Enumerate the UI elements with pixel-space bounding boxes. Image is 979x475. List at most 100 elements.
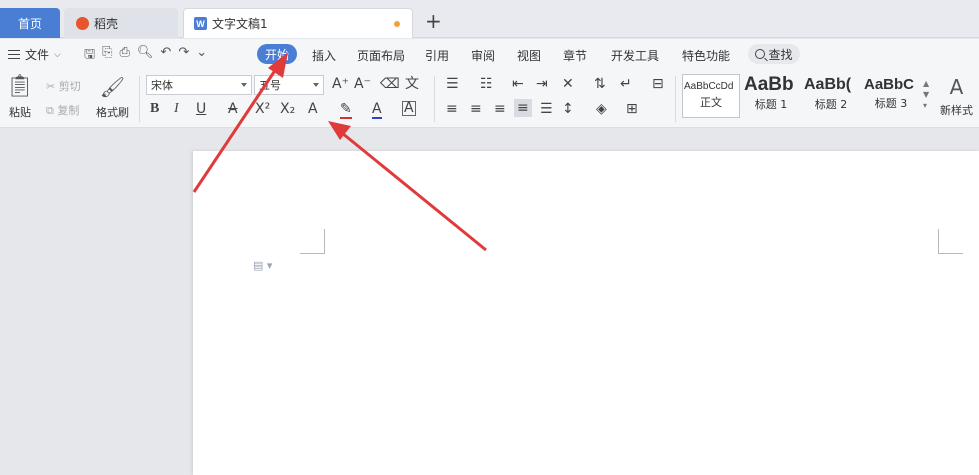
- distributed-icon[interactable]: ☰: [540, 101, 553, 117]
- margin-corner-top-left: [300, 229, 325, 254]
- style-label: 标题 3: [874, 97, 908, 110]
- style-sample: AaBbC: [864, 76, 915, 93]
- tab-document-label: 文字文稿1: [212, 17, 268, 31]
- grow-font-icon[interactable]: A⁺: [332, 76, 349, 92]
- separator: [139, 76, 140, 122]
- document-page[interactable]: ▤ ▾: [193, 151, 979, 475]
- new-tab-button[interactable]: +: [425, 9, 442, 33]
- menu-item-references[interactable]: 引用: [425, 47, 449, 64]
- daoke-logo-icon: [76, 16, 89, 30]
- margin-corner-top-right: [938, 229, 963, 254]
- underline-icon[interactable]: U: [196, 101, 206, 117]
- print-icon[interactable]: ⎙: [119, 45, 129, 67]
- new-style-button[interactable]: A 新样式: [940, 74, 973, 118]
- writer-logo-icon: W: [194, 17, 207, 30]
- sort-icon[interactable]: ⇅: [594, 76, 606, 92]
- search-button[interactable]: 查找: [748, 44, 800, 64]
- customize-icon[interactable]: ⌄: [196, 45, 207, 67]
- menu-item-developer[interactable]: 开发工具: [611, 47, 659, 64]
- paragraph-layout-icon[interactable]: ▤ ▾: [253, 259, 272, 272]
- superscript-icon[interactable]: X²: [255, 101, 270, 117]
- shrink-font-icon[interactable]: A⁻: [354, 76, 371, 92]
- menu-item-chapter[interactable]: 章节: [563, 47, 587, 64]
- font-name-value: 宋体: [151, 79, 173, 92]
- format-painter-label: 格式刷: [96, 106, 129, 119]
- cut-button[interactable]: ✂ 剪切: [46, 78, 81, 94]
- style-sample: AaBbCcDd: [684, 81, 734, 92]
- chevron-down-icon: ⌵: [54, 49, 61, 60]
- copy-button[interactable]: ⧉ 复制: [46, 102, 79, 118]
- separator: [434, 76, 435, 122]
- strikethrough-icon[interactable]: A: [228, 101, 238, 117]
- italic-icon[interactable]: I: [174, 101, 179, 117]
- menu-item-review[interactable]: 审阅: [471, 47, 495, 64]
- subscript-icon[interactable]: X₂: [280, 101, 295, 117]
- tab-daoke[interactable]: 稻壳: [64, 8, 178, 38]
- separator: [675, 76, 676, 122]
- clipboard-icon: 📋︎: [6, 74, 34, 99]
- clear-format-icon[interactable]: ⌫: [380, 76, 400, 92]
- menu-item-special-features[interactable]: 特色功能: [682, 47, 730, 64]
- increase-indent-icon[interactable]: ⇥: [536, 76, 548, 92]
- shading-icon[interactable]: ◈: [596, 101, 607, 117]
- char-border-icon[interactable]: A: [402, 101, 416, 116]
- justify-icon[interactable]: ≡: [514, 99, 532, 117]
- bold-icon[interactable]: B: [150, 101, 159, 117]
- pinyin-icon[interactable]: 文: [405, 76, 419, 92]
- new-style-icon: A: [949, 75, 964, 99]
- redo-icon[interactable]: ↷: [178, 45, 189, 67]
- style-label: 正文: [700, 96, 722, 109]
- borders-icon[interactable]: ⊞: [626, 101, 638, 117]
- menu-item-home[interactable]: 开始: [257, 44, 297, 64]
- new-style-label: 新样式: [940, 104, 973, 117]
- ribbon: 📋︎ 粘贴 ✂ 剪切 ⧉ 复制 🖌︎ 格式刷 宋体 五号 A⁺ A⁻ ⌫ 文 B…: [0, 70, 979, 128]
- file-menu[interactable]: 文件 ⌵: [8, 46, 61, 63]
- menu-bar: 文件 ⌵ 🖫 ⎘ ⎙ 🔍︎ ↶ ↷ ⌄ 开始 插入 页面布局 引用 审阅 视图 …: [0, 39, 979, 70]
- save-icon[interactable]: 🖫: [84, 45, 95, 67]
- style-heading-2[interactable]: AaBb( 标题 2: [802, 74, 860, 118]
- font-color-icon[interactable]: A: [372, 101, 382, 119]
- style-normal[interactable]: AaBbCcDd 正文: [682, 74, 740, 118]
- numbered-list-icon[interactable]: ☷: [480, 76, 493, 92]
- undo-icon[interactable]: ↶: [160, 45, 171, 67]
- quick-access-toolbar: 🖫 ⎘ ⎙ 🔍︎ ↶ ↷ ⌄: [84, 45, 207, 67]
- copy-label: 复制: [57, 104, 80, 117]
- print-preview-icon[interactable]: 🔍︎: [137, 45, 154, 67]
- font-size-value: 五号: [259, 79, 281, 92]
- bullet-list-icon[interactable]: ☰: [446, 76, 459, 92]
- align-left-icon[interactable]: ≡: [446, 101, 458, 117]
- style-label: 标题 1: [754, 98, 788, 111]
- search-icon: [755, 49, 766, 59]
- text-effect-icon[interactable]: A: [308, 101, 318, 117]
- style-heading-1[interactable]: AaBb 标题 1: [742, 74, 800, 118]
- highlight-icon[interactable]: ✎: [340, 101, 352, 119]
- menu-item-insert[interactable]: 插入: [312, 47, 336, 64]
- tab-home[interactable]: 首页: [0, 8, 60, 38]
- menu-item-home-label: 开始: [264, 47, 289, 62]
- styles-scroll-icon[interactable]: ▲ ▼ ▾: [923, 78, 929, 111]
- tab-document[interactable]: W 文字文稿1: [183, 8, 413, 38]
- format-painter-button[interactable]: 🖌︎ 格式刷: [96, 74, 129, 120]
- font-name-select[interactable]: 宋体: [146, 75, 252, 95]
- style-heading-3[interactable]: AaBbC 标题 3: [862, 74, 920, 118]
- unsaved-dot-icon: [394, 21, 400, 27]
- tab-stop-icon[interactable]: ⊟: [652, 76, 664, 92]
- chinese-layout-icon[interactable]: ✕: [562, 76, 574, 92]
- line-spacing-icon[interactable]: ↕: [562, 101, 574, 117]
- tab-home-label: 首页: [17, 16, 42, 31]
- tab-daoke-label: 稻壳: [94, 16, 119, 31]
- show-marks-icon[interactable]: ↵: [620, 76, 632, 92]
- menu-item-page-layout[interactable]: 页面布局: [357, 47, 405, 64]
- export-icon[interactable]: ⎘: [102, 45, 112, 67]
- menu-item-view[interactable]: 视图: [517, 47, 541, 64]
- cut-label: 剪切: [58, 80, 81, 93]
- paste-button[interactable]: 📋︎ 粘贴: [6, 74, 34, 120]
- align-center-icon[interactable]: ≡: [470, 101, 482, 117]
- style-sample: AaBb: [744, 74, 794, 95]
- format-painter-icon: 🖌︎: [99, 75, 126, 99]
- document-workspace: ▤ ▾: [0, 129, 979, 475]
- hamburger-icon: [8, 50, 20, 59]
- font-size-select[interactable]: 五号: [254, 75, 324, 95]
- align-right-icon[interactable]: ≡: [494, 101, 506, 117]
- decrease-indent-icon[interactable]: ⇤: [512, 76, 524, 92]
